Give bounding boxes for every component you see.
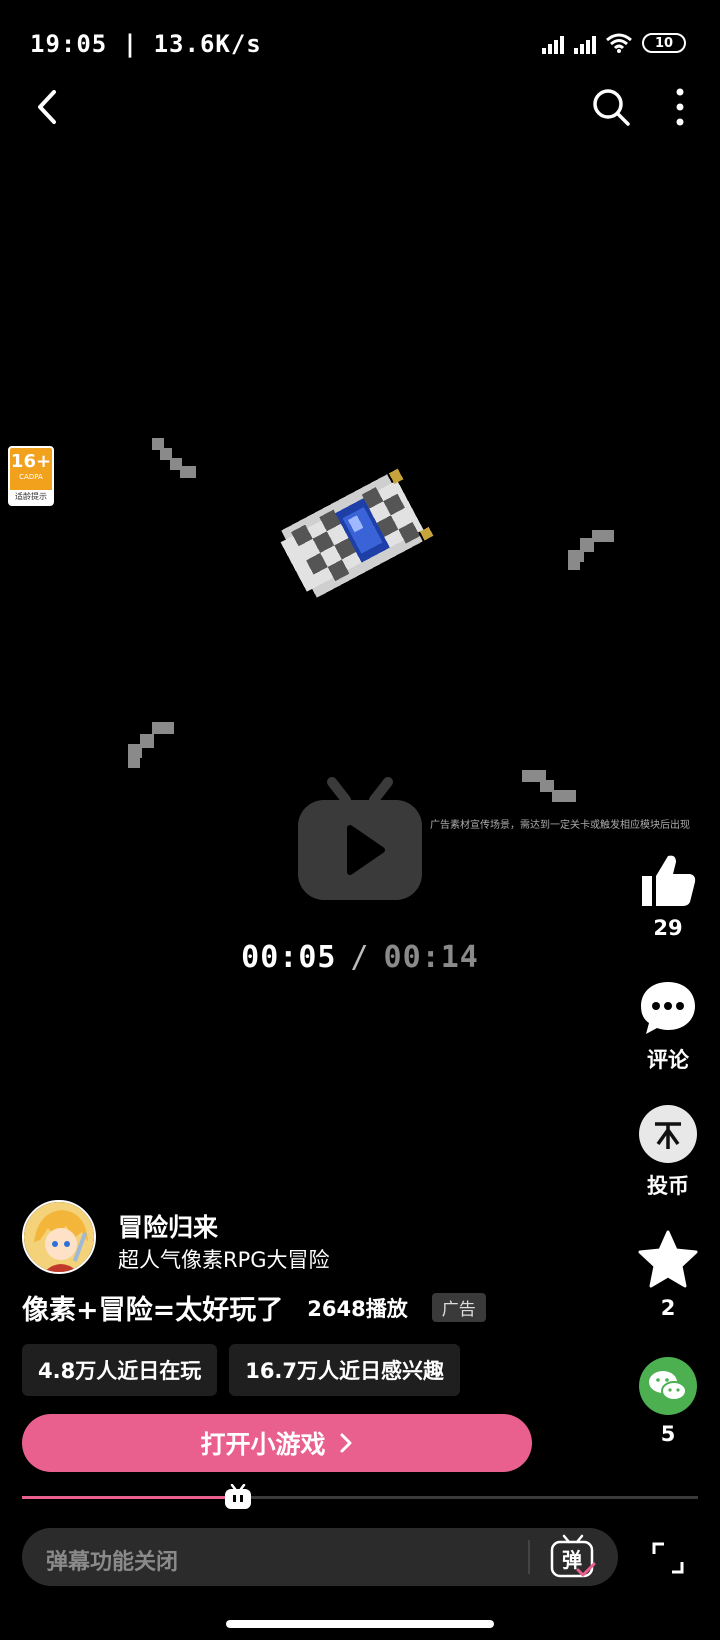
ad-badge: 广告 (431, 1293, 486, 1322)
home-indicator[interactable] (226, 1620, 494, 1628)
open-mini-game-label: 打开小游戏 (200, 1430, 326, 1459)
danmaku-input[interactable]: 弹幕功能关闭 弹 (22, 1528, 618, 1586)
danmaku-toggle-icon[interactable]: 弹 (550, 1534, 598, 1580)
time-display: 00:05 / 00:14 (0, 940, 720, 975)
wifi-icon (606, 33, 632, 53)
time-separator: / (350, 940, 370, 975)
pixel-shard-4 (522, 770, 576, 802)
danmaku-toggle-glyph: 弹 (562, 1548, 582, 1572)
top-nav (0, 80, 720, 134)
thumbs-up-icon (642, 855, 696, 906)
cellular-signal-2-icon (574, 32, 596, 54)
share-count: 5 (660, 1422, 676, 1446)
favorite-count: 2 (660, 1296, 676, 1320)
coin-button[interactable]: 投币 (636, 1104, 700, 1200)
coin-icon (639, 1105, 697, 1163)
cellular-signal-icon (542, 32, 564, 54)
like-count: 29 (653, 916, 683, 940)
play-icon[interactable] (296, 776, 424, 900)
status-bar: 19:05 | 13.6K/s 10 (0, 0, 720, 90)
pixel-shard-1 (152, 438, 196, 478)
play-count: 2648播放 (307, 1296, 408, 1321)
progress-fill (22, 1496, 239, 1499)
interested-count-chip: 16.7万人近日感兴趣 (229, 1344, 461, 1396)
favorite-button[interactable]: 2 (636, 1230, 700, 1320)
more-icon[interactable] (668, 84, 692, 130)
total-time: 00:14 (383, 940, 479, 975)
pixel-gem-item (280, 468, 434, 598)
comment-label: 评论 (647, 1048, 689, 1072)
ad-disclaimer: 广告素材宣传场景，需达到一定关卡或触发相应模块后出现 (430, 820, 690, 831)
game-avatar-image (24, 1202, 94, 1272)
danmaku-divider (528, 1540, 530, 1574)
chevron-right-icon (340, 1433, 351, 1453)
game-avatar[interactable] (22, 1200, 96, 1274)
star-icon (638, 1230, 698, 1288)
like-button[interactable]: 29 (636, 850, 700, 940)
comment-button[interactable]: 评论 (636, 978, 700, 1074)
progress-thumb-icon[interactable] (224, 1484, 252, 1510)
pixel-shard-3 (128, 722, 174, 768)
video-title-row: 像素+冒险=太好玩了 2648播放 广告 (22, 1288, 486, 1327)
share-button[interactable]: 5 (636, 1356, 700, 1446)
video-screen: 19:05 | 13.6K/s 10 16+ CADPA 适龄提示 广告素材宣传… (0, 0, 720, 1640)
progress-bar[interactable] (22, 1484, 698, 1509)
status-time: 19:05 | 13.6K/s (30, 30, 262, 58)
current-time: 00:05 (241, 940, 337, 975)
video-title: 像素+冒险=太好玩了 (22, 1295, 284, 1326)
back-icon[interactable] (28, 84, 68, 130)
wechat-icon (639, 1357, 697, 1415)
game-subtitle: 超人气像素RPG大冒险 (118, 1248, 330, 1272)
playing-count-chip: 4.8万人近日在玩 (22, 1344, 218, 1396)
status-icons: 10 (542, 32, 686, 54)
open-mini-game-button[interactable]: 打开小游戏 (22, 1414, 532, 1472)
coin-label: 投币 (647, 1174, 689, 1198)
stats-row: 4.8万人近日在玩 16.7万人近日感兴趣 (22, 1344, 461, 1396)
search-icon[interactable] (588, 84, 634, 130)
comment-icon (641, 982, 695, 1034)
game-name[interactable]: 冒险归来 (118, 1208, 218, 1244)
battery-icon: 10 (642, 33, 686, 53)
fullscreen-icon[interactable] (650, 1540, 686, 1576)
danmaku-placeholder: 弹幕功能关闭 (46, 1550, 179, 1575)
pixel-shard-2 (568, 530, 614, 570)
